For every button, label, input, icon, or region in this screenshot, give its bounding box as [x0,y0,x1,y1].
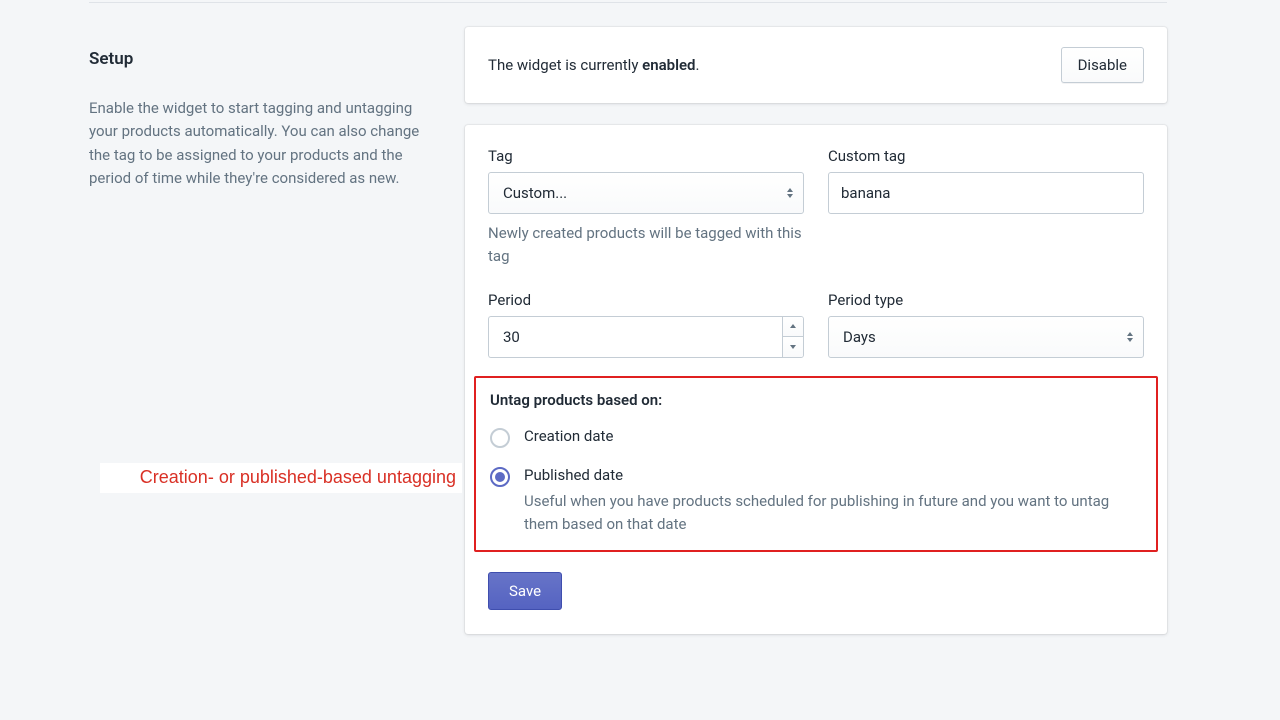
status-state: enabled [642,56,695,74]
period-type-label: Period type [828,291,1144,309]
settings-card: Tag Custom... Newly created products wil… [465,125,1167,634]
setup-description: Enable the widget to start tagging and u… [89,97,425,190]
chevron-down-icon [790,345,796,349]
untag-heading: Untag products based on: [490,391,1142,409]
period-type-select[interactable]: Days [828,316,1144,358]
radio-creation-date[interactable] [490,428,510,448]
annotation-label: Creation- or published-based untagging [100,463,462,493]
period-increment-button[interactable] [783,317,803,337]
status-suffix: . [696,56,700,74]
tag-help-text: Newly created products will be tagged wi… [488,222,804,269]
radio-creation-date-label: Creation date [524,427,613,445]
custom-tag-input[interactable] [828,172,1144,214]
radio-published-date-help: Useful when you have products scheduled … [524,490,1142,537]
chevron-up-icon [790,324,796,328]
untag-highlight-box: Untag products based on: Creation date P… [474,376,1158,553]
period-input[interactable] [488,316,782,358]
custom-tag-label: Custom tag [828,147,1144,165]
disable-button[interactable]: Disable [1061,47,1144,83]
divider [89,2,1167,3]
status-card: The widget is currently enabled. Disable [465,27,1167,103]
widget-status-text: The widget is currently enabled. [488,56,699,74]
status-prefix: The widget is currently [488,56,642,74]
tag-label: Tag [488,147,804,165]
save-button[interactable]: Save [488,572,562,610]
period-label: Period [488,291,804,309]
period-decrement-button[interactable] [783,336,803,357]
setup-heading: Setup [89,49,425,69]
tag-select[interactable]: Custom... [488,172,804,214]
radio-published-date[interactable] [490,467,510,487]
radio-published-date-label: Published date [524,466,623,484]
